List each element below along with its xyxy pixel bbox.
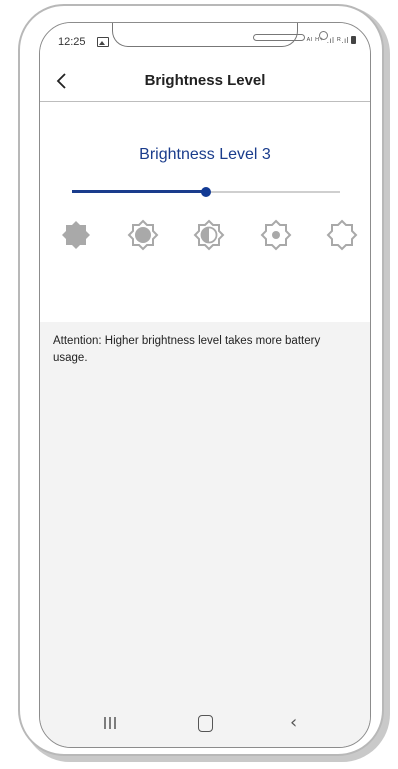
phone-screen: 12:25 ᴬᴵ ᴴ⁺ .ıl ᴿ.ıl Brightness Level Br… [39,22,371,748]
header-bar: Brightness Level [40,61,370,102]
sun-large-core-icon[interactable] [127,219,159,251]
status-time: 12:25 [58,36,86,48]
back-icon[interactable]: ‹ [290,712,297,733]
sun-small-core-icon[interactable] [260,219,292,251]
status-bar: 12:25 ᴬᴵ ᴴ⁺ .ıl ᴿ.ıl [40,23,370,61]
signal-indicators: ᴬᴵ ᴴ⁺ .ıl ᴿ.ıl [306,36,349,45]
status-indicators: ᴬᴵ ᴴ⁺ .ıl ᴿ.ıl [307,36,356,45]
sun-half-icon[interactable] [193,219,225,251]
home-icon[interactable] [198,715,213,732]
recents-icon[interactable] [102,716,118,730]
battery-attention-note: Attention: Higher brightness level takes… [53,335,321,364]
brightness-panel: Brightness Level 3 [40,102,370,322]
brightness-level-label: Brightness Level 3 [139,146,271,163]
camera-notch [112,23,328,47]
sun-outline-icon[interactable] [326,219,358,251]
speaker-icon [253,34,305,41]
gallery-icon [97,37,109,47]
slider-fill [72,190,206,193]
android-nav-bar: ‹ [40,701,370,747]
page-title: Brightness Level [144,72,266,89]
battery-icon [351,36,356,44]
brightness-slider[interactable] [72,182,340,202]
brightness-level-icons [60,219,358,253]
slider-thumb[interactable] [201,187,211,197]
sun-filled-icon[interactable] [60,219,92,251]
